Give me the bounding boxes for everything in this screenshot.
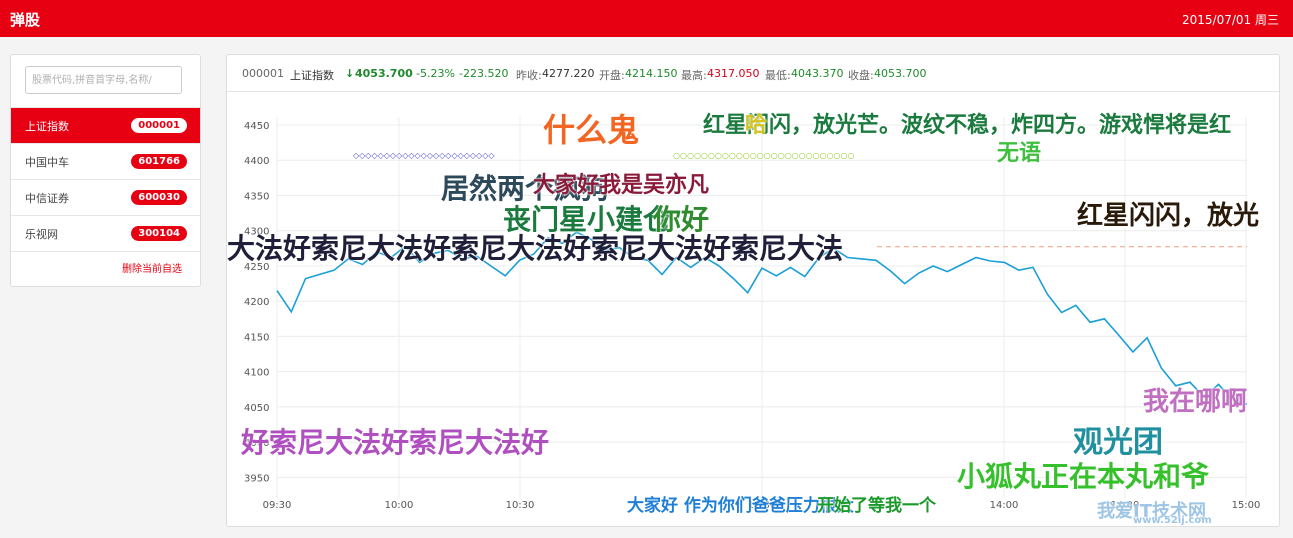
danmaku-comment: www.52ij.com	[1133, 515, 1212, 526]
app-title: 弹股	[10, 11, 41, 29]
remove-watchlist-button[interactable]: 删除当前自选	[122, 260, 182, 275]
x-tick-label: 09:30	[263, 500, 292, 511]
danmaku-comment: ○○○○○○○○○○○○○○○○○○○○○○○○○○	[673, 151, 855, 160]
watchlist-panel: 上证指数 000001 中国中车 601766 中信证券 600030 乐视网 …	[10, 54, 201, 287]
y-tick-label: 3950	[244, 473, 269, 484]
danmaku-comment: 我在哪啊	[1143, 387, 1248, 417]
watchlist-item-shanghai-index[interactable]: 上证指数 000001	[11, 107, 200, 144]
y-tick-label: 4400	[244, 156, 269, 167]
stock-code-badge: 000001	[131, 118, 187, 133]
stock-code-badge: 300104	[131, 226, 187, 241]
danmaku-comment: 小狐丸正在本丸和爷	[957, 460, 1210, 493]
watchlist-item-letv[interactable]: 乐视网 300104	[11, 216, 200, 252]
watchlist-item-citic-securities[interactable]: 中信证券 600030	[11, 180, 200, 216]
danmaku-comment: 开始了等我一个	[817, 496, 936, 516]
stock-name: 乐视网	[25, 228, 58, 241]
y-tick-label: 4100	[244, 368, 269, 379]
watchlist-item-crrc[interactable]: 中国中车 601766	[11, 144, 200, 180]
y-tick-label: 4200	[244, 297, 269, 308]
stock-code-badge: 600030	[131, 190, 187, 205]
danmaku-comment: ◇◇◇◇◇◇◇◇◇◇◇◇◇◇◇◇◇◇◇◇◇◇◇	[353, 151, 495, 160]
x-tick-label: 10:30	[506, 500, 535, 511]
danmaku-comment: 无语	[997, 141, 1042, 166]
stock-code-badge: 601766	[131, 154, 187, 169]
x-tick-label: 14:00	[990, 500, 1019, 511]
danmaku-comment: 什么鬼	[543, 111, 640, 149]
y-tick-label: 4050	[244, 403, 269, 414]
danmaku-comment: 大法好索尼大法好索尼大法好索尼大法好索尼大法	[227, 232, 844, 265]
stock-search-input[interactable]	[25, 66, 182, 94]
stock-name: 中国中车	[25, 156, 69, 169]
stock-name: 上证指数	[25, 120, 69, 133]
watchlist: 上证指数 000001 中国中车 601766 中信证券 600030 乐视网 …	[11, 107, 200, 252]
danmaku-comment: 大家好我是吴亦凡	[533, 173, 710, 198]
x-tick-label: 15:00	[1232, 500, 1261, 511]
chart-panel: 000001 上证指数 ↓ 4053.700 -5.23% -223.520 昨…	[226, 54, 1280, 527]
y-tick-label: 4150	[244, 332, 269, 343]
y-tick-label: 4450	[244, 121, 269, 132]
stock-name: 中信证券	[25, 192, 69, 205]
y-tick-label: 4350	[244, 191, 269, 202]
current-date: 2015/07/01 周三	[1182, 13, 1279, 27]
x-tick-label: 10:00	[385, 500, 414, 511]
danmaku-comment: 好索尼大法好索尼大法好	[241, 426, 550, 459]
danmaku-comment: 红星闪闪，放光芒。波纹不稳，炸四方。游戏悍将是红	[703, 113, 1232, 138]
danmaku-comment: 红星闪闪，放光	[1077, 201, 1260, 231]
danmaku-comment: 哈	[745, 113, 768, 138]
top-bar: 弹股 2015/07/01 周三	[0, 0, 1293, 37]
